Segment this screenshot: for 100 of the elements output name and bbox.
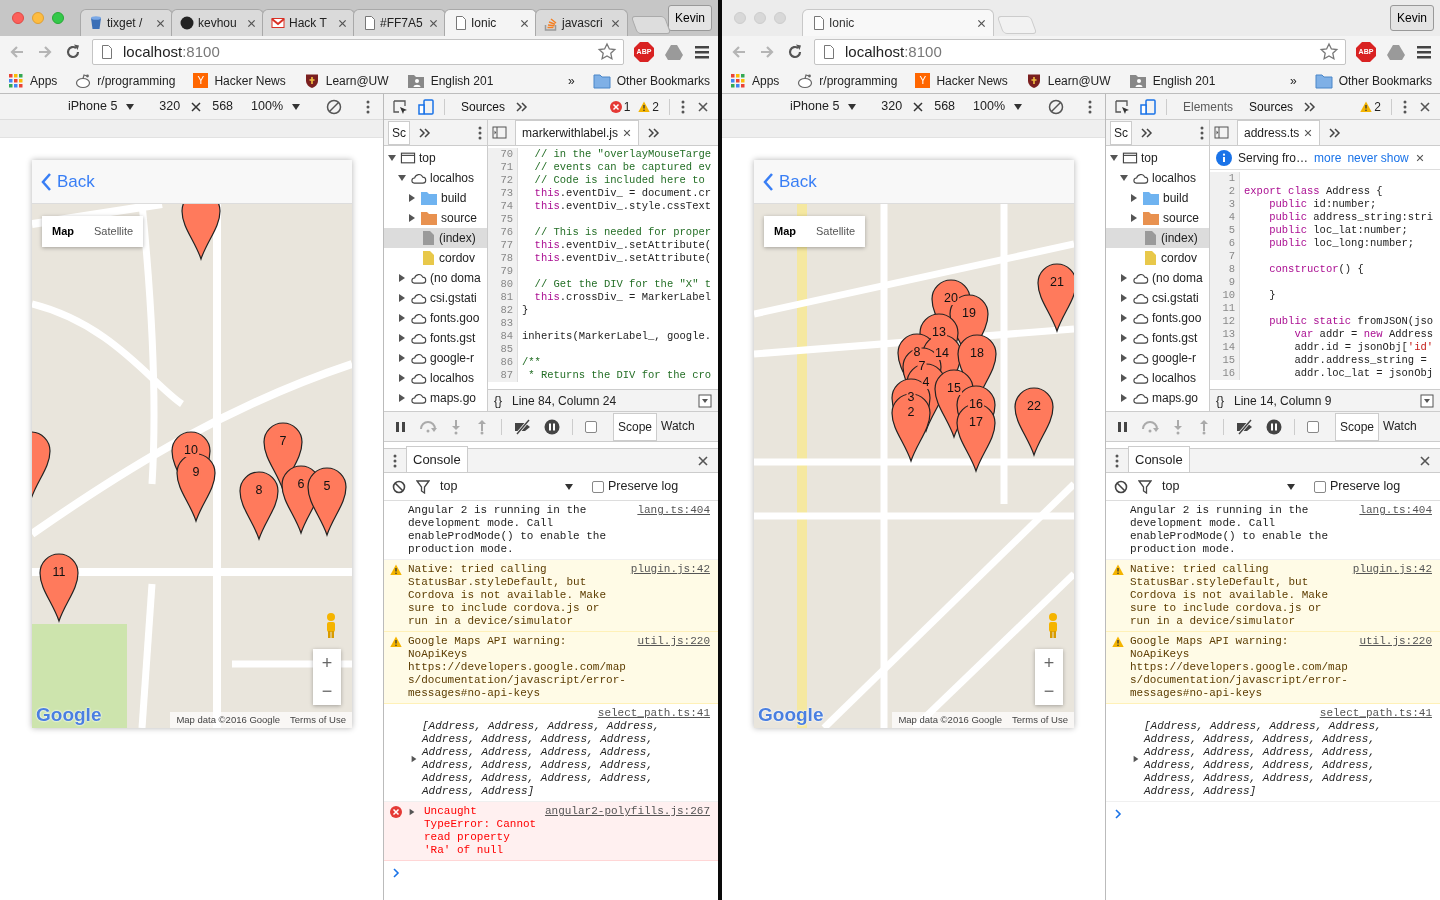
tree-item[interactable]: (no doma (384, 268, 487, 288)
rotate-icon[interactable] (325, 97, 344, 116)
more-icon[interactable] (1114, 452, 1120, 469)
bookmark-link[interactable]: Apps (30, 71, 58, 90)
zoom-out-button[interactable]: − (1035, 677, 1063, 705)
chevron-icon[interactable] (647, 126, 661, 139)
bookmark-link[interactable]: English 201 (1152, 71, 1216, 90)
zoom-in-button[interactable]: + (1035, 649, 1063, 677)
star-icon[interactable] (1319, 42, 1339, 62)
close-icon[interactable] (696, 453, 710, 468)
device-dropdown[interactable]: iPhone 5 (68, 97, 118, 116)
profile-button[interactable]: Kevin (1389, 5, 1434, 31)
more-icon[interactable] (365, 98, 371, 115)
tree-item[interactable]: fonts.gst (1106, 328, 1209, 348)
bookmark-link[interactable]: Other Bookmarks (1338, 71, 1432, 90)
close-icon[interactable] (246, 17, 257, 29)
menu-icon[interactable] (1416, 45, 1432, 59)
tree-item[interactable]: csi.gstati (1106, 288, 1209, 308)
slashed-tag-icon[interactable] (514, 418, 532, 435)
tree-item[interactable]: maps.go (384, 388, 487, 408)
caret-icon[interactable] (847, 101, 858, 112)
file-tab[interactable]: markerwithlabel.js (515, 120, 640, 145)
zoom-in-button[interactable]: + (313, 649, 341, 677)
width-field[interactable]: 320 (159, 97, 181, 116)
close-icon[interactable] (622, 128, 633, 138)
toggle-icon[interactable] (698, 393, 712, 408)
map-marker[interactable] (1037, 263, 1074, 332)
chevron-icon[interactable] (1140, 126, 1153, 139)
tree-item[interactable]: maps.go (1106, 388, 1209, 408)
back-button[interactable]: Back (762, 168, 817, 195)
close-icon[interactable] (428, 17, 439, 29)
more-bookmarks-button[interactable]: » (1289, 71, 1297, 90)
close-icon[interactable] (1418, 453, 1432, 468)
tree-item[interactable]: build (384, 188, 487, 208)
bookmark-link[interactable]: Hacker News (936, 71, 1008, 90)
map-marker[interactable] (1014, 387, 1054, 456)
terms-link[interactable]: Terms of Use (290, 712, 346, 727)
close-icon[interactable] (1414, 152, 1425, 163)
tree-item[interactable]: google-r (1106, 348, 1209, 368)
tree-item[interactable]: localhos (1106, 368, 1209, 388)
star-icon[interactable] (597, 42, 617, 62)
tree-item[interactable]: cordov (384, 248, 487, 268)
close-icon[interactable] (1418, 99, 1432, 114)
browser-tab[interactable]: javascri (535, 9, 628, 36)
bookmark-link[interactable]: English 201 (430, 71, 494, 90)
source-link[interactable]: select_path.ts:41 (597, 707, 710, 720)
map-type-button[interactable]: Satellite (84, 216, 144, 247)
prompt-icon[interactable] (1114, 808, 1122, 820)
caret-icon[interactable] (564, 481, 574, 492)
tree-item[interactable]: (no doma (1106, 268, 1209, 288)
back-button[interactable]: Back (40, 168, 95, 195)
caret-icon[interactable] (125, 101, 136, 112)
devtools-tab[interactable]: Sources (461, 97, 506, 116)
pause-circle-icon[interactable] (1266, 418, 1282, 435)
sidebar-icon[interactable] (1214, 125, 1229, 140)
browser-tab[interactable]: Ionic (802, 9, 994, 36)
zoom-out-button[interactable]: − (313, 677, 341, 705)
more-icon[interactable] (680, 98, 686, 115)
height-field[interactable]: 568 (212, 97, 234, 116)
checkbox[interactable] (585, 420, 597, 433)
checkbox[interactable] (1307, 420, 1319, 433)
info-link[interactable]: never show (1347, 148, 1409, 167)
block-icon[interactable] (1114, 479, 1128, 494)
sidebar-tab[interactable]: Scope (613, 412, 658, 441)
console-tab[interactable]: Console (1128, 445, 1190, 472)
inspect-icon[interactable] (1114, 98, 1130, 115)
source-link[interactable]: plugin.js:42 (630, 563, 710, 576)
tree-item[interactable]: (index) (1106, 228, 1209, 248)
map-type-button[interactable]: Satellite (806, 216, 866, 247)
format-button[interactable]: {} (1216, 391, 1224, 410)
device-icon[interactable] (1140, 98, 1156, 115)
menu-icon[interactable] (694, 45, 710, 59)
close-icon[interactable] (1303, 128, 1314, 138)
map-type-button[interactable]: Map (42, 216, 84, 247)
close-icon[interactable] (976, 17, 987, 29)
close-icon[interactable] (155, 17, 166, 29)
close-icon[interactable] (337, 17, 348, 29)
tree-item[interactable]: localhos (384, 168, 487, 188)
sidebar-tab[interactable]: Watch (657, 412, 699, 441)
map-marker[interactable] (181, 204, 221, 260)
bookmark-link[interactable]: r/programming (819, 71, 898, 90)
map-marker[interactable] (32, 431, 51, 500)
checkbox[interactable] (592, 480, 604, 493)
devtools-tab[interactable]: Sources (1249, 97, 1294, 116)
tree-item[interactable]: cordov (1106, 248, 1209, 268)
prompt-icon[interactable] (392, 867, 400, 879)
source-link[interactable]: select_path.ts:41 (1319, 707, 1432, 720)
tree-item[interactable]: fonts.goo (1106, 308, 1209, 328)
console-tab[interactable]: Console (406, 445, 468, 472)
chevron-icon[interactable] (515, 100, 529, 113)
source-link[interactable]: util.js:220 (1359, 635, 1432, 648)
pause-icon[interactable] (394, 419, 407, 434)
source-link[interactable]: lang.ts:404 (637, 504, 710, 517)
bookmark-link[interactable]: Learn@UW (1047, 71, 1111, 90)
device-icon[interactable] (418, 98, 434, 115)
devtools-tab[interactable]: Elements (1183, 97, 1234, 116)
checkbox[interactable] (1314, 480, 1326, 493)
tree-item[interactable]: top (1106, 148, 1209, 168)
browser-tab[interactable]: tixget / (80, 9, 173, 36)
sidebar-tab[interactable]: Scope (1335, 412, 1380, 441)
